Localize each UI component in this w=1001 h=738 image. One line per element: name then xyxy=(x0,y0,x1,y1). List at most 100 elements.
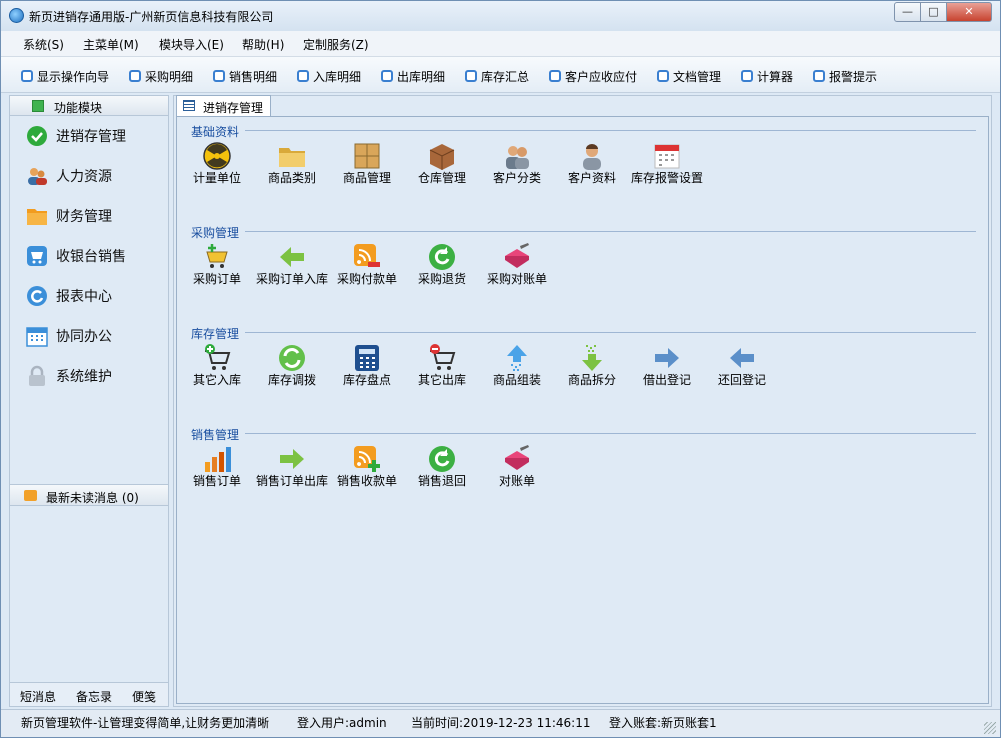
module-stock-alarm[interactable]: 库存报警设置 xyxy=(631,141,704,185)
toolbar-outbound-detail[interactable]: 出库明细 xyxy=(381,68,445,84)
toolbar-inbound-detail[interactable]: 入库明细 xyxy=(297,68,361,84)
section-title-sales: 销售管理 xyxy=(191,428,240,442)
tab-inventory-management[interactable]: 进销存管理 xyxy=(176,95,271,116)
status-slogan: 新页管理软件-让管理变得简单,让财务更加清晰 xyxy=(21,716,270,730)
toolbar-receivable-payable[interactable]: 客户应收应付 xyxy=(549,68,637,84)
module-other-outbound[interactable]: 其它出库 xyxy=(406,343,478,386)
module-label: 其它入库 xyxy=(192,373,241,387)
play-icon xyxy=(32,100,44,112)
sync-icon xyxy=(279,345,305,371)
checkbox-icon xyxy=(213,70,225,82)
menu-main[interactable]: 主菜单(M) xyxy=(83,36,139,53)
toolbar-label: 库存汇总 xyxy=(481,69,530,84)
module-label: 商品拆分 xyxy=(567,373,616,387)
module-label: 销售退回 xyxy=(417,474,466,488)
module-customer-info[interactable]: 客户资料 xyxy=(556,141,628,184)
module-disassemble[interactable]: 商品拆分 xyxy=(556,343,628,387)
app-window: 新页进销存通用版-广州新页信息科技有限公司 — □ ✕ 系统(S) 主菜单(M)… xyxy=(0,0,1001,738)
arrow-right-icon xyxy=(655,348,679,368)
sidebar-item-finance[interactable]: 财务管理 xyxy=(26,202,112,230)
checkbox-icon xyxy=(381,70,393,82)
close-button[interactable]: ✕ xyxy=(946,2,992,22)
function-module-panel: 功能模块 进销存管理 人力资源 财务管理 收银台销售 报表中心 协同办公 系统维… xyxy=(9,95,169,707)
section-divider xyxy=(245,433,976,434)
toolbar-sales-detail[interactable]: 销售明细 xyxy=(213,68,277,84)
minimize-button[interactable]: — xyxy=(894,2,921,22)
book-pen-icon xyxy=(505,243,529,268)
checkbox-icon xyxy=(657,70,669,82)
sidebar-item-pos[interactable]: 收银台销售 xyxy=(26,242,126,270)
list-icon xyxy=(183,100,195,111)
toolbar-alarm[interactable]: 报警提示 xyxy=(813,68,877,84)
module-purchase-payment[interactable]: 采购付款单 xyxy=(331,242,403,286)
memo-link[interactable]: 备忘录 xyxy=(76,688,112,705)
rss-minus-icon xyxy=(354,244,380,267)
module-purchase-return[interactable]: 采购退货 xyxy=(406,242,478,286)
sidebar-item-hr[interactable]: 人力资源 xyxy=(26,162,112,190)
toolbar-document-management[interactable]: 文档管理 xyxy=(657,68,721,84)
module-label: 商品管理 xyxy=(342,171,391,185)
section-divider xyxy=(245,231,976,232)
module-label: 采购退货 xyxy=(417,272,466,286)
module-product[interactable]: 商品管理 xyxy=(331,141,403,185)
toolbar-calculator[interactable]: 计算器 xyxy=(741,68,793,84)
module-label: 计量单位 xyxy=(192,171,241,185)
checkbox-icon xyxy=(129,70,141,82)
toolbar-purchase-detail[interactable]: 采购明细 xyxy=(129,68,193,84)
module-customer-category[interactable]: 客户分类 xyxy=(481,141,553,184)
module-statement[interactable]: 对账单 xyxy=(481,444,553,487)
undo-circle-icon xyxy=(429,446,455,472)
tab-label: 进销存管理 xyxy=(203,101,264,115)
module-purchase-inbound[interactable]: 采购订单入库 xyxy=(256,242,328,285)
module-assemble[interactable]: 商品组装 xyxy=(481,343,553,386)
module-other-inbound[interactable]: 其它入库 xyxy=(181,343,253,387)
module-label: 库存报警设置 xyxy=(631,171,704,185)
module-purchase-statement[interactable]: 采购对账单 xyxy=(481,242,553,285)
module-sales-receipt[interactable]: 销售收款单 xyxy=(331,444,403,487)
maximize-button[interactable]: □ xyxy=(920,2,947,22)
short-message-link[interactable]: 短消息 xyxy=(20,688,56,705)
users-icon xyxy=(506,146,529,169)
sidebar-item-reports[interactable]: 报表中心 xyxy=(26,282,112,310)
sidebar-item-label: 进销存管理 xyxy=(56,129,126,145)
module-warehouse[interactable]: 仓库管理 xyxy=(406,141,478,184)
module-return-register[interactable]: 还回登记 xyxy=(706,343,778,386)
notes-link[interactable]: 便笺 xyxy=(132,688,156,705)
menu-help[interactable]: 帮助(H) xyxy=(242,36,284,53)
sidebar-item-label: 协同办公 xyxy=(56,329,112,345)
module-sales-outbound[interactable]: 销售订单出库 xyxy=(256,444,328,487)
menu-module-import[interactable]: 模块导入(E) xyxy=(159,36,224,53)
checkbox-icon xyxy=(813,70,825,82)
module-unit[interactable]: 计量单位 xyxy=(181,141,253,185)
sidebar-item-office[interactable]: 协同办公 xyxy=(26,322,112,350)
bar-chart-icon xyxy=(205,447,231,472)
resize-grip-icon[interactable] xyxy=(984,722,996,734)
menu-custom-service[interactable]: 定制服务(Z) xyxy=(303,36,369,53)
module-label: 采购付款单 xyxy=(336,272,397,286)
module-stock-count[interactable]: 库存盘点 xyxy=(331,343,403,386)
section-title-basic: 基础资料 xyxy=(191,125,240,139)
module-stock-transfer[interactable]: 库存调拨 xyxy=(256,343,328,387)
calculator-icon xyxy=(355,345,379,371)
module-sales-order[interactable]: 销售订单 xyxy=(181,444,253,487)
module-label: 库存调拨 xyxy=(267,373,316,387)
menu-bar: 系统(S) 主菜单(M) 模块导入(E) 帮助(H) 定制服务(Z) xyxy=(1,31,1000,57)
toolbar-label: 出库明细 xyxy=(397,69,446,84)
arrow-up-icon xyxy=(507,345,527,371)
section-title-purchase: 采购管理 xyxy=(191,226,240,240)
sidebar-item-maintenance[interactable]: 系统维护 xyxy=(26,362,112,390)
arrow-left-icon xyxy=(730,348,754,368)
toolbar-show-guide[interactable]: 显示操作向导 xyxy=(21,68,109,84)
module-sales-return[interactable]: 销售退回 xyxy=(406,444,478,488)
menu-system[interactable]: 系统(S) xyxy=(23,36,64,53)
checkbox-icon xyxy=(21,70,33,82)
quick-toolbar: 显示操作向导 采购明细 销售明细 入库明细 出库明细 库存汇总 客户应收应付 文… xyxy=(1,57,1000,93)
module-purchase-order[interactable]: 采购订单 xyxy=(181,242,253,285)
sidebar-item-label: 人力资源 xyxy=(56,169,112,185)
unread-messages-bar[interactable]: 最新未读消息 (0) xyxy=(10,484,168,506)
sidebar-item-inventory[interactable]: 进销存管理 xyxy=(26,122,126,150)
toolbar-stock-summary[interactable]: 库存汇总 xyxy=(465,68,529,84)
module-lend[interactable]: 借出登记 xyxy=(631,343,703,386)
checkbox-icon xyxy=(297,70,309,82)
module-category[interactable]: 商品类别 xyxy=(256,141,328,184)
